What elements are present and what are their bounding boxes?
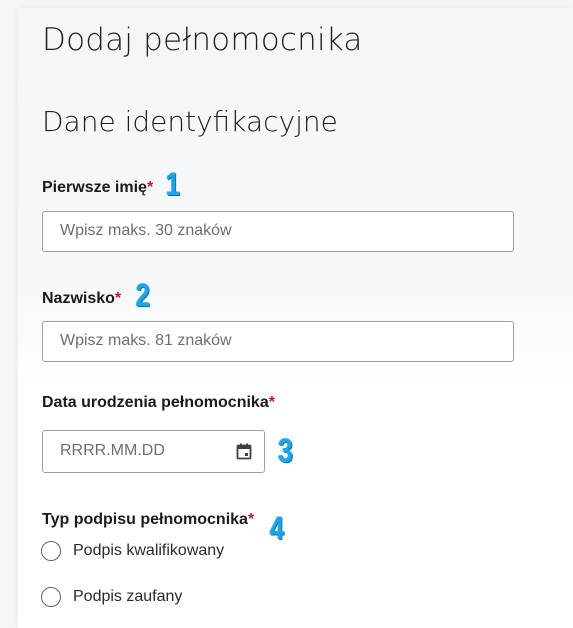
last-name-input[interactable]: Wpisz maks. 81 znaków <box>42 321 514 362</box>
signature-type-label: Typ podpisu pełnomocnika * 4 <box>42 503 286 544</box>
radio-label-qualified: Podpis kwalifikowany <box>73 542 225 559</box>
first-name-label-text: Pierwsze imię <box>42 179 147 196</box>
annotation-marker-3-wrap: 3 <box>276 430 295 472</box>
birth-date-placeholder: RRRR.MM.DD <box>60 442 165 459</box>
calendar-icon[interactable] <box>236 443 252 460</box>
last-name-placeholder: Wpisz maks. 81 znaków <box>60 332 232 349</box>
radio-option-trusted[interactable]: Podpis zaufany <box>41 587 182 607</box>
required-asterisk: * <box>268 394 275 411</box>
required-asterisk: * <box>247 511 255 528</box>
birth-date-input[interactable]: RRRR.MM.DD <box>42 430 265 473</box>
section-title: Dane identyfikacyjne <box>42 105 338 138</box>
radio-label-trusted: Podpis zaufany <box>73 588 183 605</box>
annotation-marker-1: 1 <box>165 166 181 202</box>
radio-button[interactable] <box>41 587 61 607</box>
first-name-input[interactable]: Wpisz maks. 30 znaków <box>42 211 514 252</box>
annotation-marker-4: 4 <box>269 510 285 546</box>
first-name-label: Pierwsze imię * 1 <box>42 166 182 202</box>
birth-date-label-text: Data urodzenia pełnomocnika <box>42 394 269 411</box>
birth-date-label: Data urodzenia pełnomocnika * <box>42 394 275 412</box>
required-asterisk: * <box>114 290 122 307</box>
last-name-label-text: Nazwisko <box>42 290 115 307</box>
required-asterisk: * <box>146 179 154 196</box>
radio-button[interactable] <box>41 541 61 561</box>
form-card <box>18 8 573 628</box>
page-title: Dodaj pełnomocnika <box>42 22 363 58</box>
annotation-marker-3: 3 <box>277 432 294 470</box>
last-name-label: Nazwisko * 2 <box>42 277 152 313</box>
first-name-placeholder: Wpisz maks. 30 znaków <box>60 222 232 239</box>
annotation-marker-2: 2 <box>135 277 151 313</box>
radio-option-qualified[interactable]: Podpis kwalifikowany <box>41 541 224 561</box>
signature-type-label-text: Typ podpisu pełnomocnika <box>42 511 248 528</box>
